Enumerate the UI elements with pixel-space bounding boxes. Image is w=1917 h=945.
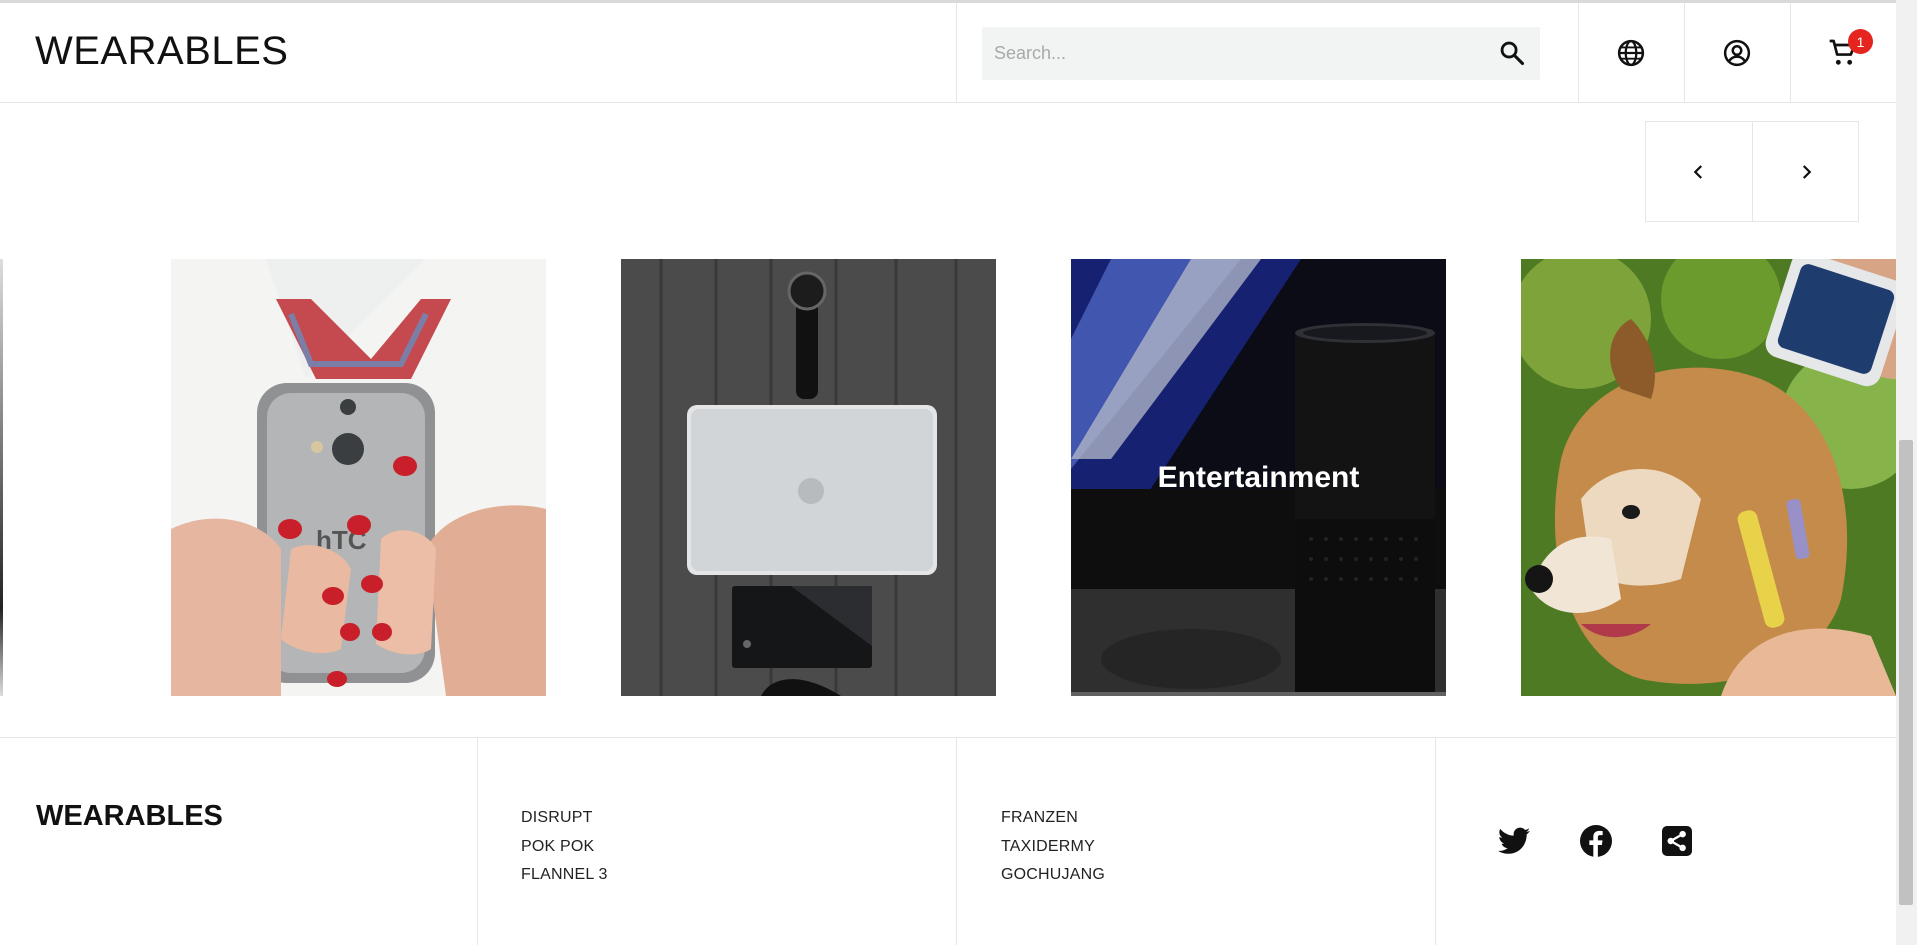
footer-brand: WEARABLES <box>36 800 223 832</box>
category-tile[interactable] <box>1521 259 1896 696</box>
previous-tile-edge <box>0 259 3 696</box>
footer-link[interactable]: FRANZEN <box>1001 804 1105 833</box>
footer-links-2: FRANZEN TAXIDERMY GOCHUJANG <box>1001 804 1105 890</box>
footer-divider <box>1435 738 1436 945</box>
footer-link[interactable]: TAXIDERMY <box>1001 833 1105 862</box>
cart-count-badge: 1 <box>1848 29 1873 54</box>
share-icon[interactable] <box>1659 823 1695 859</box>
tile-label: Entertainment <box>1157 460 1360 494</box>
category-tile[interactable]: Entertainment <box>1071 259 1446 696</box>
brand-logo[interactable]: WEARABLES <box>35 29 288 74</box>
globe-icon[interactable] <box>1578 3 1684 103</box>
site-header: WEARABLES 1 <box>0 3 1896 103</box>
footer-links-1: DISRUPT POK POK FLANNEL 3 <box>521 804 608 890</box>
twitter-icon[interactable] <box>1496 823 1532 859</box>
footer-divider <box>956 738 957 945</box>
carousel-next-button[interactable] <box>1752 122 1858 221</box>
tile-image: hTC <box>171 259 546 696</box>
chevron-left-icon <box>1693 164 1703 179</box>
facebook-icon[interactable] <box>1578 823 1614 859</box>
cart-icon[interactable] <box>1790 3 1896 103</box>
site-footer: WEARABLES DISRUPT POK POK FLANNEL 3 FRAN… <box>0 737 1896 945</box>
tile-image <box>621 259 996 696</box>
footer-link[interactable]: GOCHUJANG <box>1001 861 1105 890</box>
tile-image <box>1521 259 1896 696</box>
footer-link[interactable]: POK POK <box>521 833 608 862</box>
scrollbar-thumb[interactable] <box>1899 440 1913 905</box>
header-divider <box>956 3 957 103</box>
search-box <box>982 27 1540 80</box>
account-icon[interactable] <box>1684 3 1790 103</box>
footer-link[interactable]: FLANNEL 3 <box>521 861 608 890</box>
search-icon[interactable] <box>1498 39 1526 67</box>
category-tile[interactable]: hTC <box>171 259 546 696</box>
footer-divider <box>477 738 478 945</box>
carousel-controls <box>1645 121 1859 222</box>
category-tile[interactable] <box>621 259 996 696</box>
carousel-prev-button[interactable] <box>1646 122 1752 221</box>
chevron-right-icon <box>1802 164 1811 179</box>
page-scrollbar[interactable] <box>1896 0 1917 945</box>
search-input[interactable] <box>994 27 1474 80</box>
footer-link[interactable]: DISRUPT <box>521 804 608 833</box>
